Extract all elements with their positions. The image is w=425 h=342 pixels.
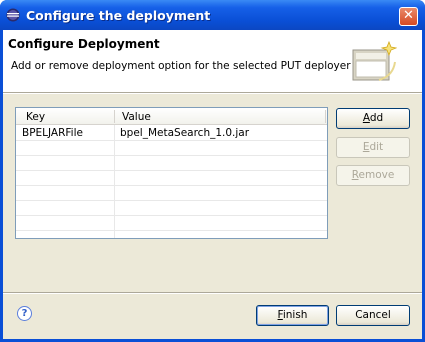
window-title: Configure the deployment [26, 8, 211, 23]
column-header-key[interactable]: Key [26, 111, 45, 123]
grid-line [16, 185, 327, 186]
close-icon: ✕ [403, 8, 414, 23]
grid-line [16, 170, 327, 171]
dialog-window: Configure the deployment ✕ Configure Dep… [0, 0, 425, 342]
table-header: Key Value [16, 108, 327, 125]
remove-button-label: emove [358, 169, 395, 181]
page-title: Configure Deployment [8, 37, 160, 51]
grid-line [16, 230, 327, 231]
table-row[interactable]: BPELJARFile bpel_MetaSearch_1.0.jar [16, 126, 327, 141]
footer-separator [3, 292, 422, 294]
close-button[interactable]: ✕ [399, 7, 418, 26]
grid-line [16, 200, 327, 201]
row-value: bpel_MetaSearch_1.0.jar [120, 127, 250, 139]
row-key: BPELJARFile [22, 127, 83, 139]
header-separator [3, 92, 422, 94]
remove-button[interactable]: Remove [336, 165, 410, 186]
edit-button[interactable]: Edit [336, 137, 410, 158]
finish-button-label: inish [282, 309, 308, 321]
page-description: Add or remove deployment option for the … [11, 60, 351, 72]
eclipse-icon [6, 8, 20, 22]
help-icon: ? [21, 308, 28, 319]
grid-line [114, 125, 115, 238]
finish-button[interactable]: Finish [256, 305, 329, 326]
remove-button-mnemonic: R [351, 169, 359, 181]
column-header-value[interactable]: Value [122, 111, 151, 123]
cancel-button[interactable]: Cancel [336, 305, 410, 326]
dialog-body: Configure Deployment Add or remove deplo… [3, 30, 422, 339]
add-button-mnemonic: A [362, 112, 370, 124]
add-button-label: dd [369, 112, 384, 124]
wizard-header: Configure Deployment Add or remove deplo… [3, 30, 422, 92]
grid-line [16, 155, 327, 156]
column-divider[interactable] [325, 110, 326, 123]
title-bar[interactable]: Configure the deployment ✕ [0, 0, 425, 30]
edit-button-label: dit [369, 141, 384, 153]
add-button[interactable]: Add [336, 108, 410, 129]
help-button[interactable]: ? [17, 306, 32, 321]
column-divider[interactable] [114, 110, 115, 123]
wizard-banner-icon [352, 40, 397, 81]
grid-line [16, 215, 327, 216]
deployment-options-table[interactable]: Key Value BPELJARFile bpel_MetaSearch_1.… [15, 107, 328, 239]
